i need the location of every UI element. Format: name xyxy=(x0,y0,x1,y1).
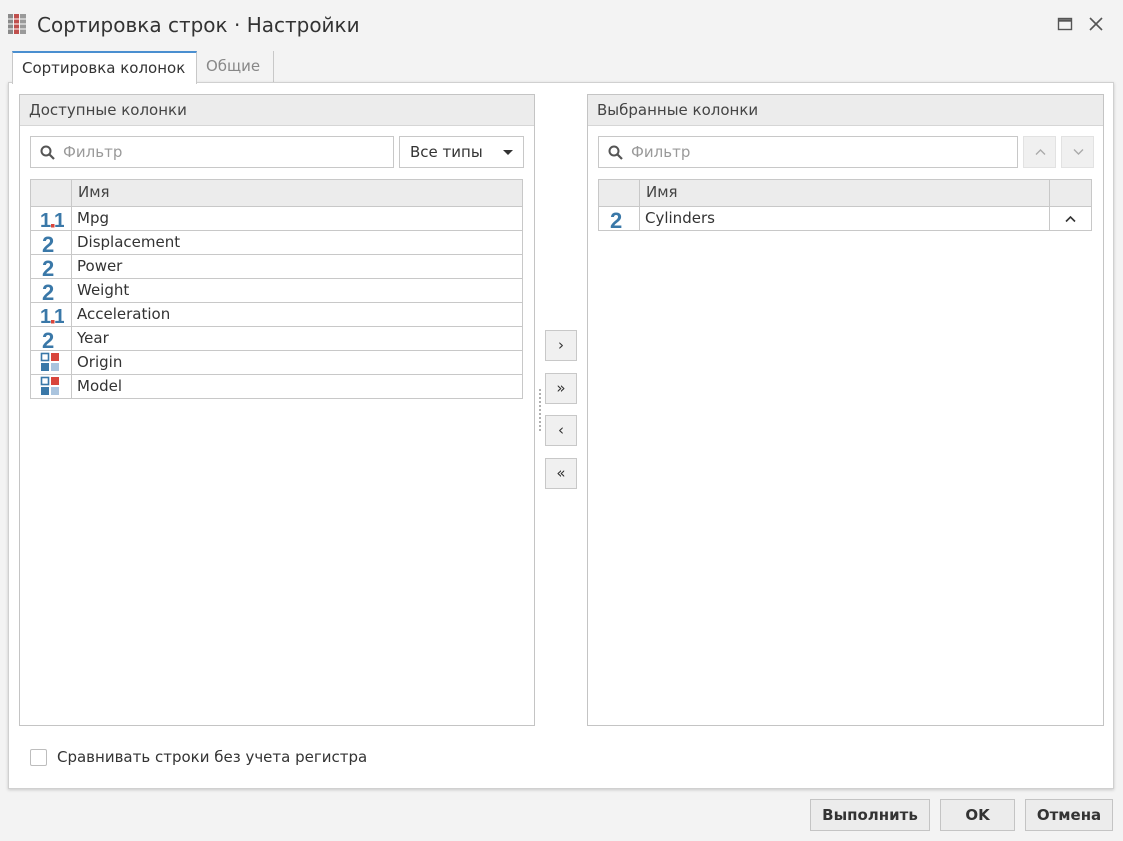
integer-type-icon: 2 xyxy=(31,231,72,254)
available-search-input[interactable] xyxy=(61,137,389,167)
categorical-type-icon xyxy=(31,375,72,398)
available-columns-grid: Имя 1 1 Mpg 2 Displacement 2 Power 2 Weight 1 1 Acc… xyxy=(30,179,523,399)
available-columns-header: Доступные колонки xyxy=(20,95,534,126)
integer-type-icon: 2 xyxy=(31,327,72,350)
selected-columns-panel: Выбранные колонки Имя 2Cylinder xyxy=(587,94,1104,726)
integer-type-icon: 2 xyxy=(599,207,640,230)
sort-ascending-icon xyxy=(1065,215,1076,223)
svg-text:2: 2 xyxy=(42,256,54,278)
type-filter-value: Все типы xyxy=(410,143,483,161)
move-all-left-button[interactable]: « xyxy=(545,458,577,489)
name-column-header[interactable]: Имя xyxy=(646,183,678,201)
sort-direction-column-header xyxy=(1049,180,1091,206)
svg-text:2: 2 xyxy=(42,328,54,350)
double-type-icon: 11 xyxy=(31,303,72,326)
table-row[interactable]: 1 1 Mpg xyxy=(31,207,522,231)
table-row[interactable]: Origin xyxy=(31,351,522,375)
app-table-icon xyxy=(8,14,26,34)
move-down-button[interactable] xyxy=(1061,136,1094,168)
tab-content: Доступные колонки Все типы Имя 11Mpg2Dis… xyxy=(8,82,1114,789)
tab-column-sorting[interactable]: Сортировка колонок xyxy=(12,51,197,84)
available-search-box xyxy=(30,136,394,168)
selected-columns-header: Выбранные колонки xyxy=(588,95,1103,126)
move-all-right-button[interactable]: » xyxy=(545,373,577,404)
panel-splitter-handle[interactable] xyxy=(539,389,541,431)
svg-text:1: 1 xyxy=(40,210,51,230)
grid-header-row: Имя xyxy=(31,180,522,207)
available-columns-panel: Доступные колонки Все типы Имя 11Mpg2Dis… xyxy=(19,94,535,726)
title-bar: Сортировка строк · Настройки xyxy=(0,0,1123,50)
column-name: Mpg xyxy=(77,209,109,227)
svg-text:2: 2 xyxy=(42,232,54,254)
ok-button[interactable]: OK xyxy=(940,799,1015,831)
svg-text:1: 1 xyxy=(40,306,51,326)
chevron-up-icon xyxy=(1035,149,1046,155)
column-name: Power xyxy=(77,257,123,275)
double-type-icon: 11 xyxy=(31,207,72,230)
search-icon xyxy=(40,145,55,160)
svg-text:1: 1 xyxy=(54,306,64,326)
move-left-button[interactable]: ‹ xyxy=(545,415,577,446)
svg-text:1: 1 xyxy=(54,210,64,230)
cancel-button[interactable]: Отмена xyxy=(1025,799,1113,831)
column-name: Year xyxy=(77,329,109,347)
table-row[interactable]: 1 1 Acceleration xyxy=(31,303,522,327)
type-column-header xyxy=(31,180,72,206)
categorical-type-icon xyxy=(31,351,72,374)
search-icon xyxy=(608,145,623,160)
run-button[interactable]: Выполнить xyxy=(810,799,930,831)
selected-rows: 2 Cylinders xyxy=(599,207,1091,231)
move-up-button[interactable] xyxy=(1023,136,1056,168)
column-name: Weight xyxy=(77,281,130,299)
selected-search-box xyxy=(598,136,1018,168)
integer-type-icon: 2 xyxy=(31,255,72,278)
column-name: Displacement xyxy=(77,233,181,251)
table-row[interactable]: Model xyxy=(31,375,522,399)
case-insensitive-label[interactable]: Сравнивать строки без учета регистра xyxy=(57,748,367,766)
tab-general[interactable]: Общие xyxy=(197,51,274,84)
column-name: Acceleration xyxy=(77,305,171,323)
column-name: Cylinders xyxy=(645,209,715,227)
grid-header-row: Имя xyxy=(599,180,1091,207)
column-name: Origin xyxy=(77,353,123,371)
chevron-down-icon xyxy=(1073,149,1084,155)
table-row[interactable]: 2 Year xyxy=(31,327,522,351)
table-row[interactable]: 2 Cylinders xyxy=(599,207,1091,231)
table-row[interactable]: 2 Displacement xyxy=(31,231,522,255)
case-insensitive-checkbox[interactable] xyxy=(30,749,47,766)
column-name: Model xyxy=(77,377,123,395)
selected-search-input[interactable] xyxy=(629,137,1013,167)
chevron-down-icon xyxy=(503,150,513,155)
name-column-header[interactable]: Имя xyxy=(78,183,110,201)
svg-text:2: 2 xyxy=(42,280,54,302)
selected-columns-grid: Имя 2 Cylinders xyxy=(598,179,1092,231)
type-filter-dropdown[interactable]: Все типы xyxy=(399,136,524,168)
svg-text:2: 2 xyxy=(610,208,622,230)
close-icon[interactable] xyxy=(1087,15,1105,33)
integer-type-icon: 2 xyxy=(31,279,72,302)
sort-direction-toggle[interactable] xyxy=(1049,207,1091,230)
available-rows: 1 1 Mpg 2 Displacement 2 Power 2 Weight 1 1 Acceler… xyxy=(31,207,522,399)
move-right-button[interactable]: › xyxy=(545,330,577,361)
window-maximize-icon[interactable] xyxy=(1056,15,1074,33)
table-row[interactable]: 2 Weight xyxy=(31,279,522,303)
type-column-header xyxy=(599,180,640,206)
table-row[interactable]: 2 Power xyxy=(31,255,522,279)
window-title: Сортировка строк · Настройки xyxy=(37,13,360,37)
